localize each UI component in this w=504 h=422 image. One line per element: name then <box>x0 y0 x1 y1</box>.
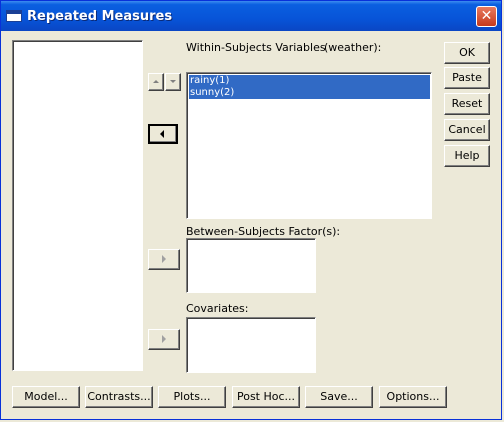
arrow-left-icon <box>160 130 164 138</box>
window-title: Repeated Measures <box>27 9 173 24</box>
within-item-sunny[interactable]: sunny(2) <box>189 87 430 99</box>
covariates-list[interactable] <box>186 317 316 373</box>
options-button-label: Options... <box>386 390 440 403</box>
ok-button-label: OK <box>459 46 475 59</box>
cancel-button[interactable]: Cancel <box>444 119 490 141</box>
move-right-covariates-button[interactable] <box>148 329 180 350</box>
save-button-label: Save... <box>320 390 358 403</box>
ok-button[interactable]: OK <box>444 42 490 64</box>
plots-button-label: Plots... <box>173 390 211 403</box>
move-down-button[interactable] <box>165 73 181 91</box>
contrasts-button-label: Contrasts... <box>87 390 151 403</box>
between-subjects-list[interactable] <box>186 238 316 293</box>
chevron-up-icon <box>153 80 159 83</box>
close-button[interactable]: ✕ <box>476 6 497 27</box>
paste-button[interactable]: Paste <box>444 67 490 89</box>
within-subjects-label: Within-Subjects Variables <box>186 41 326 54</box>
title-bar[interactable]: Repeated Measures ✕ <box>1 1 501 31</box>
arrow-right-icon <box>162 255 166 263</box>
save-button[interactable]: Save... <box>305 386 373 408</box>
post-hoc-button[interactable]: Post Hoc... <box>232 386 300 408</box>
model-button[interactable]: Model... <box>12 386 80 408</box>
covariates-label: Covariates: <box>186 302 249 315</box>
move-right-between-button[interactable] <box>148 249 180 270</box>
repeated-measures-dialog: Repeated Measures ✕ Within-Subjects Vari… <box>0 0 502 420</box>
arrow-right-icon <box>162 335 166 343</box>
reset-button-label: Reset <box>451 97 483 110</box>
move-left-within-button[interactable] <box>148 124 178 144</box>
within-subjects-factor-label: (weather): <box>324 41 382 54</box>
chevron-down-icon <box>170 80 176 83</box>
within-subjects-list[interactable]: rainy(1) sunny(2) <box>186 72 432 219</box>
help-button-label: Help <box>454 149 480 162</box>
contrasts-button[interactable]: Contrasts... <box>85 386 153 408</box>
close-icon: ✕ <box>480 8 493 24</box>
post-hoc-button-label: Post Hoc... <box>236 390 296 403</box>
model-button-label: Model... <box>24 390 68 403</box>
help-button[interactable]: Help <box>444 145 490 167</box>
plots-button[interactable]: Plots... <box>158 386 226 408</box>
between-subjects-label: Between-Subjects Factor(s): <box>186 225 341 238</box>
move-up-button[interactable] <box>148 73 164 91</box>
cancel-button-label: Cancel <box>448 123 486 136</box>
paste-button-label: Paste <box>452 71 482 84</box>
within-item-rainy[interactable]: rainy(1) <box>189 75 430 87</box>
options-button[interactable]: Options... <box>379 386 447 408</box>
reset-button[interactable]: Reset <box>444 93 490 115</box>
window-icon <box>6 10 22 22</box>
source-variable-list[interactable] <box>12 40 143 371</box>
